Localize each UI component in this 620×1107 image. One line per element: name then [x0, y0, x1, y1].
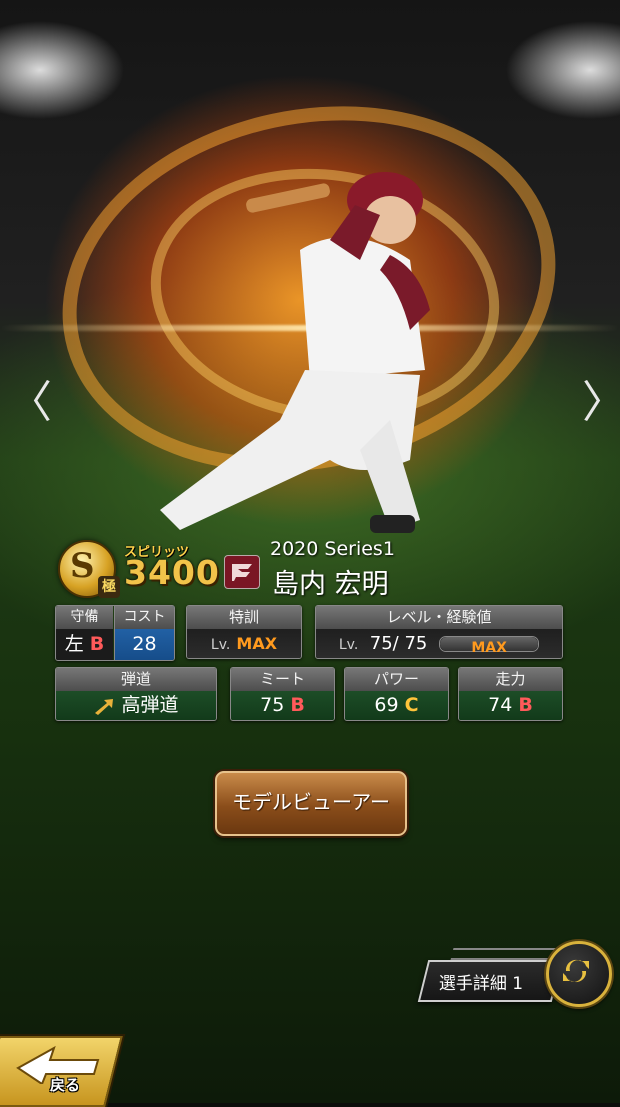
arrow-up-right-icon [95, 698, 114, 715]
exp-bar: MAX [439, 636, 540, 656]
rank-mark: 極 [98, 576, 120, 598]
detail-tab-decoration [450, 948, 560, 960]
cycle-arrows-icon [563, 959, 589, 983]
rank-badge: S 極 [58, 540, 120, 598]
power-stat: パワー 69 C [344, 667, 449, 721]
level-current: 75 [369, 633, 393, 654]
player-detail-label: 選手詳細 1 [438, 974, 524, 994]
level-sep: / [392, 633, 399, 654]
back-label: 戻る [50, 1076, 81, 1094]
level-value: Lv. 75/ 75 MAX [316, 629, 562, 658]
player-detail-tab[interactable]: 選手詳細 1 [417, 960, 563, 1002]
power-value: 69 C [345, 691, 448, 720]
series-label: 2020 Series1 [270, 538, 395, 560]
cost-label: コスト [115, 606, 174, 629]
meet-stat: ミート 75 B [230, 667, 335, 721]
training-label: 特訓 [187, 606, 301, 629]
trajectory-text: 高弾道 [121, 694, 179, 716]
cost-stat: コスト 28 [114, 606, 174, 660]
power-grade: C [404, 694, 419, 716]
trajectory-stat: 弾道 高弾道 [55, 667, 217, 721]
training-max: MAX [236, 634, 278, 653]
speed-grade: B [518, 694, 533, 716]
rank-letter: S [70, 546, 95, 586]
training-lv-prefix: Lv. [210, 637, 231, 653]
eagles-logo-icon [224, 555, 260, 589]
level-max: 75 [404, 633, 428, 654]
defense-hand: 左 [64, 633, 84, 655]
player-name: 島内 宏明 [272, 569, 389, 600]
player-image [160, 172, 430, 533]
meet-number: 75 [260, 694, 285, 716]
trajectory-value: 高弾道 [56, 691, 216, 720]
level-lv-prefix: Lv. [338, 637, 359, 653]
training-value: Lv. MAX [187, 629, 301, 658]
defense-value: 左 B [56, 629, 113, 659]
power-label: パワー [345, 668, 448, 691]
prev-arrow[interactable]: 〈 [8, 380, 52, 426]
next-arrow[interactable]: 〉 [582, 380, 620, 426]
defense-stat: 守備 左 B [56, 606, 113, 660]
level-label: レベル・経験値 [316, 606, 562, 629]
speed-number: 74 [488, 694, 513, 716]
exp-max-label: MAX [471, 640, 507, 656]
meet-grade: B [290, 694, 305, 716]
spirit-value: 3400 [124, 553, 220, 592]
power-number: 69 [374, 694, 399, 716]
speed-stat: 走力 74 B [458, 667, 563, 721]
trajectory-label: 弾道 [56, 668, 216, 691]
defense-grade: B [89, 633, 105, 655]
meet-label: ミート [231, 668, 334, 691]
speed-value: 74 B [459, 691, 562, 720]
cost-value: 28 [132, 633, 157, 655]
defense-cost-box: 守備 左 B コスト 28 [55, 605, 175, 661]
meet-value: 75 B [231, 691, 334, 720]
level-stat: レベル・経験値 Lv. 75/ 75 MAX [315, 605, 563, 659]
defense-label: 守備 [56, 606, 113, 629]
model-viewer-button[interactable]: モデルビューアー [215, 771, 407, 836]
speed-label: 走力 [459, 668, 562, 691]
switch-button[interactable] [546, 941, 612, 1007]
training-stat: 特訓 Lv. MAX [186, 605, 302, 659]
